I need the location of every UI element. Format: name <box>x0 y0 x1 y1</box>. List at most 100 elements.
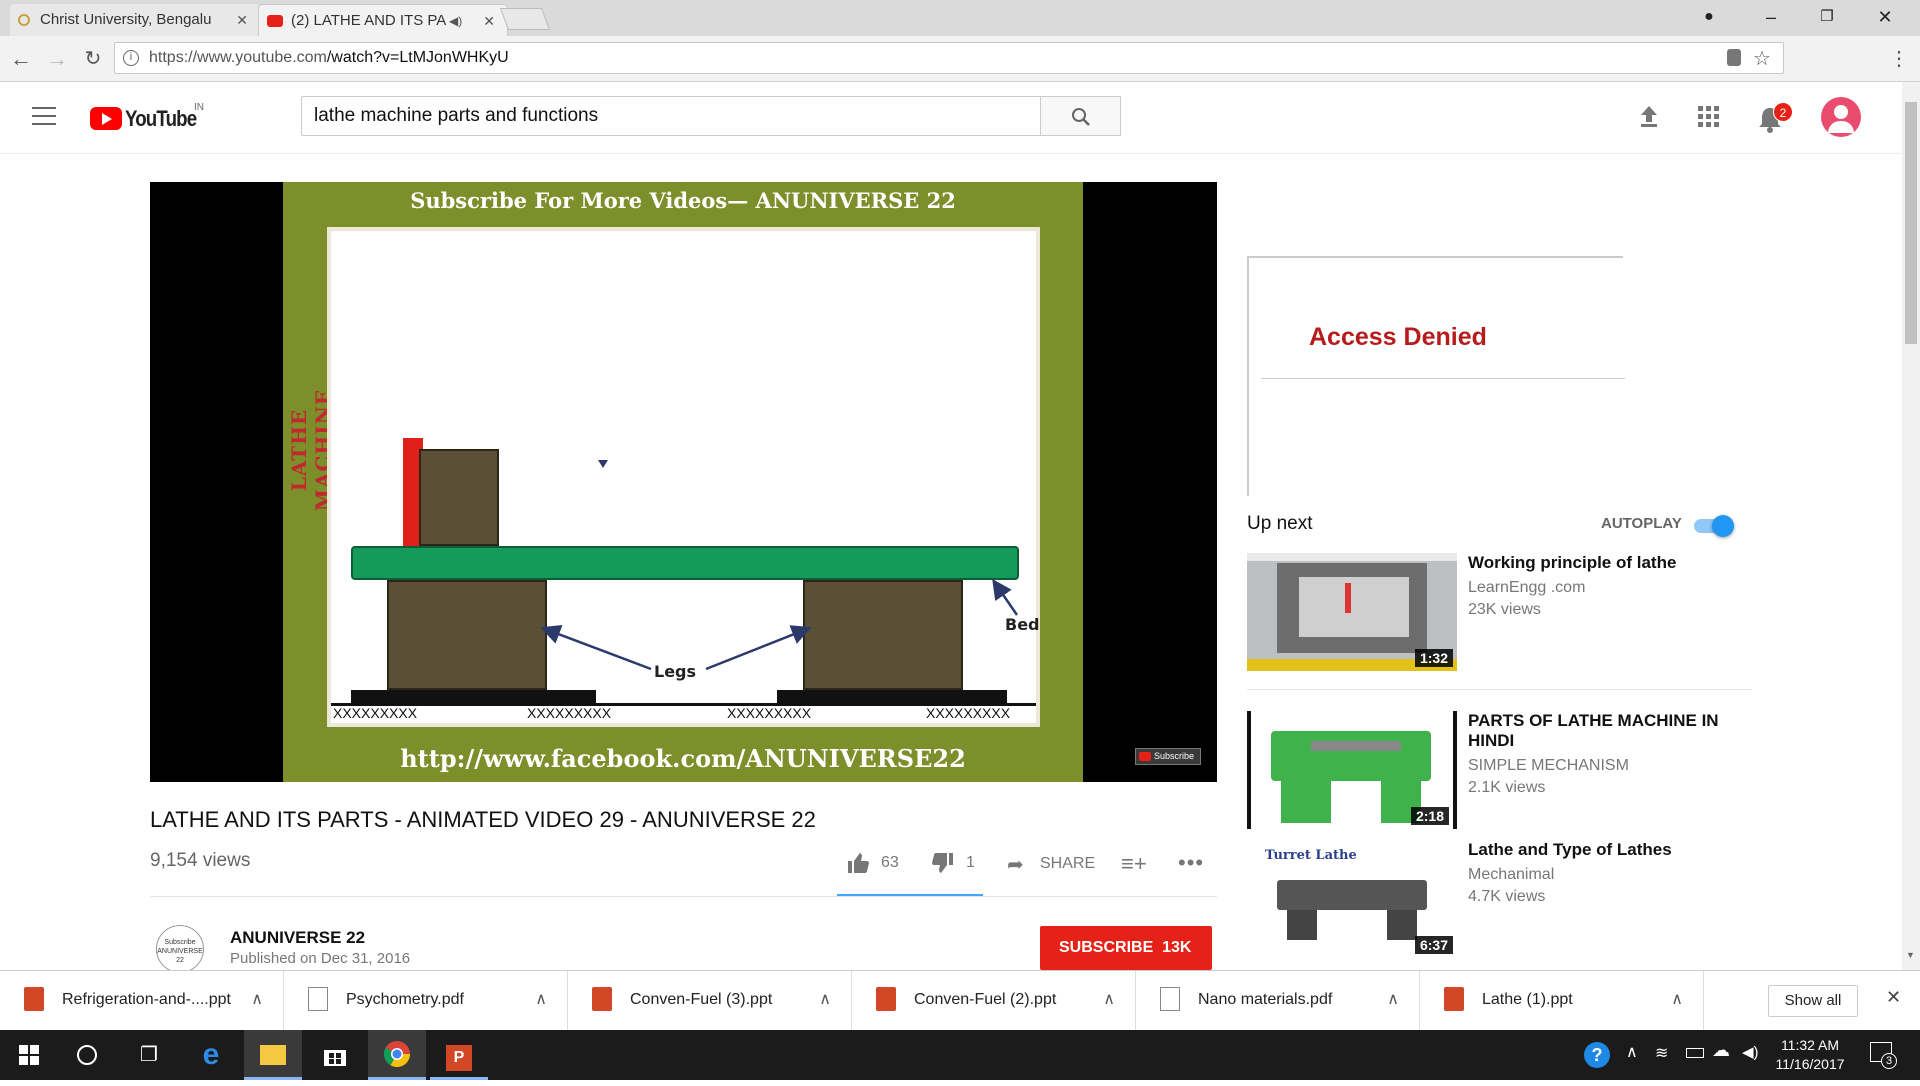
search-button[interactable] <box>1040 96 1121 136</box>
add-to-playlist-icon[interactable]: ≡+ <box>1121 851 1147 877</box>
file-explorer-icon[interactable] <box>244 1030 302 1080</box>
share-button[interactable]: ➦ SHARE <box>1007 852 1107 878</box>
pdf-file-icon <box>1160 987 1180 1011</box>
close-downloads-icon[interactable]: ✕ <box>1886 987 1901 1008</box>
forward-button[interactable]: → <box>42 44 72 74</box>
browser-tab-youtube[interactable]: (2) LATHE AND ITS PA ◀) ✕ <box>258 4 508 36</box>
autoplay-label: AUTOPLAY <box>1601 515 1682 532</box>
blocked-content-icon[interactable] <box>1727 49 1741 66</box>
browser-toolbar: ← → ↻ i https://www.youtube.com/watch?v=… <box>0 36 1920 82</box>
apps-grid-icon[interactable] <box>1698 106 1720 128</box>
system-clock[interactable]: 11:32 AM 11/16/2017 <box>1770 1036 1850 1074</box>
powerpoint-file-icon <box>876 987 896 1011</box>
clock-date: 11/16/2017 <box>1775 1056 1845 1072</box>
download-item[interactable]: Refrigeration-and-....ppt ∧ <box>0 971 284 1031</box>
windows-start-icon[interactable] <box>0 1030 58 1080</box>
channel-avatar[interactable]: Subscribe ANUNIVERSE 22 <box>156 925 204 973</box>
ground-marks: XXXXXXXXX <box>926 705 1011 721</box>
chrome-taskbar-icon[interactable] <box>368 1030 426 1080</box>
divider <box>1247 689 1752 690</box>
subscribe-watermark[interactable]: Subscribe <box>1135 748 1201 765</box>
action-center-icon[interactable]: 3 <box>1870 1042 1897 1069</box>
notifications-bell-icon[interactable]: 2 <box>1757 102 1793 133</box>
download-item[interactable]: Nano materials.pdf ∧ <box>1136 971 1420 1031</box>
wifi-icon[interactable]: ≋ <box>1655 1043 1668 1063</box>
more-actions-icon[interactable]: ••• <box>1178 850 1204 876</box>
volume-icon[interactable]: ◀) <box>1742 1043 1759 1061</box>
download-filename: Refrigeration-and-....ppt <box>62 991 231 1008</box>
edge-browser-icon[interactable]: e <box>182 1030 240 1080</box>
video-player[interactable]: Subscribe For More Videos— ANUNIVERSE 22… <box>150 182 1217 782</box>
chevron-up-icon[interactable]: ∧ <box>251 989 263 1009</box>
show-all-button[interactable]: Show all <box>1768 985 1858 1017</box>
video-thumbnail[interactable]: 2:18 <box>1247 711 1457 829</box>
cortana-search-icon[interactable] <box>58 1030 116 1080</box>
up-next-video[interactable]: Turret Lathe 6:37 Lathe and Type of Lath… <box>1247 840 1747 990</box>
chevron-up-icon[interactable]: ∧ <box>1671 989 1683 1009</box>
chevron-up-icon[interactable]: ∧ <box>535 989 547 1009</box>
battery-icon[interactable] <box>1686 1048 1704 1058</box>
address-bar[interactable]: i https://www.youtube.com/watch?v=LtMJon… <box>114 42 1784 74</box>
subscribe-button[interactable]: SUBSCRIBE 13K <box>1040 926 1212 970</box>
download-item[interactable]: Conven-Fuel (2).ppt ∧ <box>852 971 1136 1031</box>
autoplay-toggle[interactable] <box>1694 515 1738 537</box>
scrollbar-thumb[interactable] <box>1905 102 1917 344</box>
upload-icon[interactable] <box>1638 104 1660 128</box>
close-window-button[interactable]: ✕ <box>1857 0 1913 36</box>
minimize-button[interactable]: – <box>1743 0 1799 36</box>
chevron-up-icon[interactable]: ∧ <box>1387 989 1399 1009</box>
restore-button[interactable]: ❐ <box>1799 0 1855 36</box>
dislike-button[interactable]: 1 <box>930 852 990 878</box>
help-icon[interactable]: ? <box>1584 1042 1610 1068</box>
search-input[interactable]: lathe machine parts and functions <box>301 96 1041 136</box>
profile-icon[interactable]: ● <box>1681 0 1737 36</box>
download-item[interactable]: Lathe (1).ppt ∧ <box>1420 971 1704 1031</box>
video-thumbnail[interactable]: 1:32 <box>1247 553 1457 671</box>
reload-button[interactable]: ↻ <box>78 44 108 74</box>
download-item[interactable]: Conven-Fuel (3).ppt ∧ <box>568 971 852 1031</box>
video-thumbnail[interactable]: Turret Lathe 6:37 <box>1247 840 1457 958</box>
thumbnail-caption: Turret Lathe <box>1265 848 1357 863</box>
onedrive-cloud-icon[interactable]: ☁ <box>1712 1040 1730 1061</box>
close-tab-icon[interactable]: ✕ <box>483 5 495 36</box>
lathe-diagram: Legs Bed XXXXXXXXX XXXXXXXXX XXXXXXXXX X… <box>327 227 1040 727</box>
download-filename: Psychometry.pdf <box>346 991 464 1008</box>
info-icon[interactable]: i <box>123 50 139 66</box>
chevron-up-icon[interactable]: ∧ <box>1626 1042 1638 1062</box>
region-code: IN <box>194 102 204 113</box>
scroll-down-arrow-icon[interactable]: ▼ <box>1906 950 1915 960</box>
store-icon[interactable] <box>306 1030 364 1080</box>
download-item[interactable]: Psychometry.pdf ∧ <box>284 971 568 1031</box>
close-tab-icon[interactable]: ✕ <box>236 4 248 36</box>
browser-tab-christ[interactable]: Christ University, Bengalu ✕ <box>10 4 260 36</box>
label-arrows <box>540 578 1019 671</box>
back-button[interactable]: ← <box>6 44 36 74</box>
video-side-label: LATHE MACHINE <box>287 388 335 512</box>
powerpoint-file-icon <box>592 987 612 1011</box>
share-arrow-icon: ➦ <box>1007 854 1024 876</box>
video-title[interactable]: Lathe and Type of Lathes <box>1468 840 1738 860</box>
bookmark-star-icon[interactable]: ☆ <box>1753 46 1771 71</box>
up-next-video[interactable]: 2:18 PARTS OF LATHE MACHINE IN HINDI SIM… <box>1247 711 1747 861</box>
youtube-play-icon <box>90 107 122 130</box>
url-host: https://www.youtube.com <box>149 49 327 66</box>
view-count: 23K views <box>1468 601 1541 618</box>
tab-title: Christ University, Bengalu <box>40 11 212 28</box>
chevron-up-icon[interactable]: ∧ <box>1103 989 1115 1009</box>
powerpoint-taskbar-icon[interactable]: P <box>430 1030 488 1080</box>
account-avatar[interactable] <box>1821 97 1861 137</box>
new-tab-button[interactable] <box>499 8 551 30</box>
up-next-video[interactable]: 1:32 Working principle of lathe LearnEng… <box>1247 553 1747 703</box>
task-view-icon[interactable]: ❐ <box>120 1030 178 1080</box>
hamburger-menu-icon[interactable] <box>32 107 56 127</box>
video-title[interactable]: PARTS OF LATHE MACHINE IN HINDI <box>1468 711 1738 751</box>
chevron-up-icon[interactable]: ∧ <box>819 989 831 1009</box>
video-banner-bottom: http://www.facebook.com/ANUNIVERSE22 <box>400 744 966 773</box>
channel-name[interactable]: ANUNIVERSE 22 <box>230 928 365 948</box>
youtube-wordmark: YouTube <box>125 106 197 131</box>
page-scrollbar[interactable]: ▼ <box>1902 82 1920 970</box>
video-title[interactable]: Working principle of lathe <box>1468 553 1738 573</box>
speaker-icon[interactable]: ◀) <box>449 5 462 36</box>
downloads-bar: Refrigeration-and-....ppt ∧ Psychometry.… <box>0 970 1920 1031</box>
chrome-menu-icon[interactable]: ⋮ <box>1884 44 1914 74</box>
